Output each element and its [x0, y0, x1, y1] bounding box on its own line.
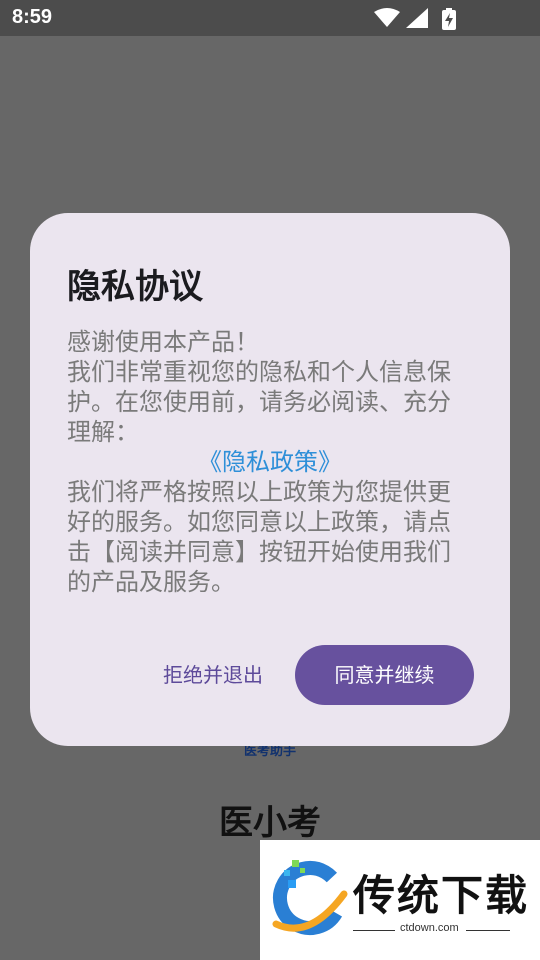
watermark-logo-icon — [272, 860, 348, 935]
watermark-name: 传统下载 — [353, 871, 530, 920]
watermark-divider-right — [466, 930, 510, 931]
watermark-divider-left — [353, 930, 395, 931]
closing-paragraph: 我们将严格按照以上政策为您提供更好的服务。如您同意以上政策，请点击【阅读并同意】… — [67, 478, 451, 596]
status-bar: 8:59 — [0, 0, 540, 36]
reject-exit-button[interactable]: 拒绝并退出 — [148, 645, 278, 705]
cell-signal-icon — [406, 8, 428, 28]
intro-line-privacy: 我们非常重视您的隐私和个人信息保护。在您使用前，请务必阅读、充分理解： — [67, 358, 451, 446]
wifi-icon — [374, 8, 400, 27]
watermark-url: ctdown.com — [400, 922, 459, 934]
dialog-body: 感谢使用本产品！ 我们非常重视您的隐私和个人信息保护。在您使用前，请务必阅读、充… — [67, 327, 473, 597]
privacy-policy-link[interactable]: 《隐私政策》 — [67, 447, 473, 477]
intro-line-thanks: 感谢使用本产品！ — [67, 328, 259, 356]
agree-continue-button[interactable]: 同意并继续 — [295, 645, 474, 705]
app-name: 医小考 — [219, 803, 321, 843]
battery-charging-icon — [442, 8, 456, 30]
watermark: 传统下载 ctdown.com — [260, 840, 540, 960]
privacy-dialog: 隐私协议 感谢使用本产品！ 我们非常重视您的隐私和个人信息保护。在您使用前，请务… — [30, 213, 510, 746]
dialog-title: 隐私协议 — [67, 267, 203, 307]
status-time: 8:59 — [12, 6, 53, 28]
